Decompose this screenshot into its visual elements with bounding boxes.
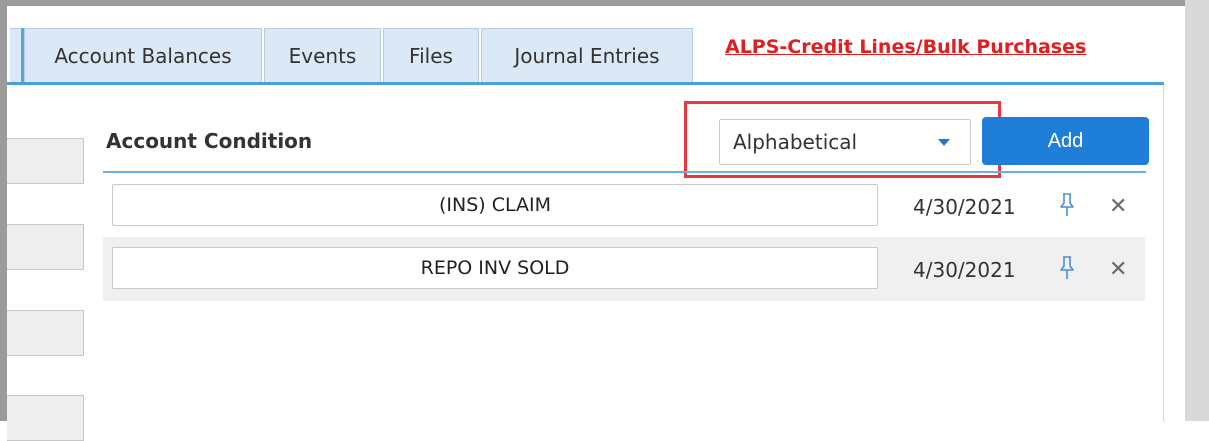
tab-label: Events bbox=[288, 43, 357, 68]
tab-files[interactable]: Files bbox=[383, 28, 479, 82]
tab-label: Journal Entries bbox=[514, 43, 660, 68]
tab-events[interactable]: Events bbox=[264, 28, 381, 82]
highlight-annotation bbox=[684, 101, 1001, 178]
pin-icon[interactable] bbox=[1056, 255, 1078, 281]
panel-border bbox=[1163, 82, 1164, 421]
scrollbar-track[interactable] bbox=[1185, 0, 1209, 421]
condition-row: REPO INV SOLD 4/30/2021 ✕ bbox=[103, 237, 1145, 301]
window-frame-left bbox=[0, 0, 7, 421]
sidebar-button[interactable] bbox=[7, 395, 84, 441]
condition-date: 4/30/2021 bbox=[913, 195, 1016, 219]
sidebar-button[interactable] bbox=[7, 224, 84, 270]
tab-label: Files bbox=[409, 43, 453, 68]
alps-credit-lines-link[interactable]: ALPS-Credit Lines/Bulk Purchases bbox=[725, 36, 1086, 58]
tab-strip-underline bbox=[7, 82, 1164, 85]
tab-account-balances[interactable]: Account Balances bbox=[24, 28, 262, 82]
add-condition-button[interactable]: Add bbox=[982, 117, 1149, 165]
tab-label: Account Balances bbox=[54, 43, 232, 68]
tab-journal-entries[interactable]: Journal Entries bbox=[481, 28, 693, 82]
condition-name-field[interactable]: REPO INV SOLD bbox=[112, 247, 878, 289]
section-header-divider bbox=[103, 171, 1146, 173]
sidebar-button[interactable] bbox=[7, 310, 84, 356]
close-icon[interactable]: ✕ bbox=[1109, 259, 1127, 281]
pin-icon[interactable] bbox=[1056, 192, 1078, 218]
condition-date: 4/30/2021 bbox=[913, 258, 1016, 282]
close-icon[interactable]: ✕ bbox=[1109, 196, 1127, 218]
condition-name-field[interactable]: (INS) CLAIM bbox=[112, 184, 878, 226]
sidebar-button[interactable] bbox=[7, 138, 84, 184]
condition-row: (INS) CLAIM 4/30/2021 ✕ bbox=[103, 175, 1145, 239]
section-title: Account Condition bbox=[106, 129, 313, 153]
window-frame-top bbox=[0, 0, 1209, 6]
